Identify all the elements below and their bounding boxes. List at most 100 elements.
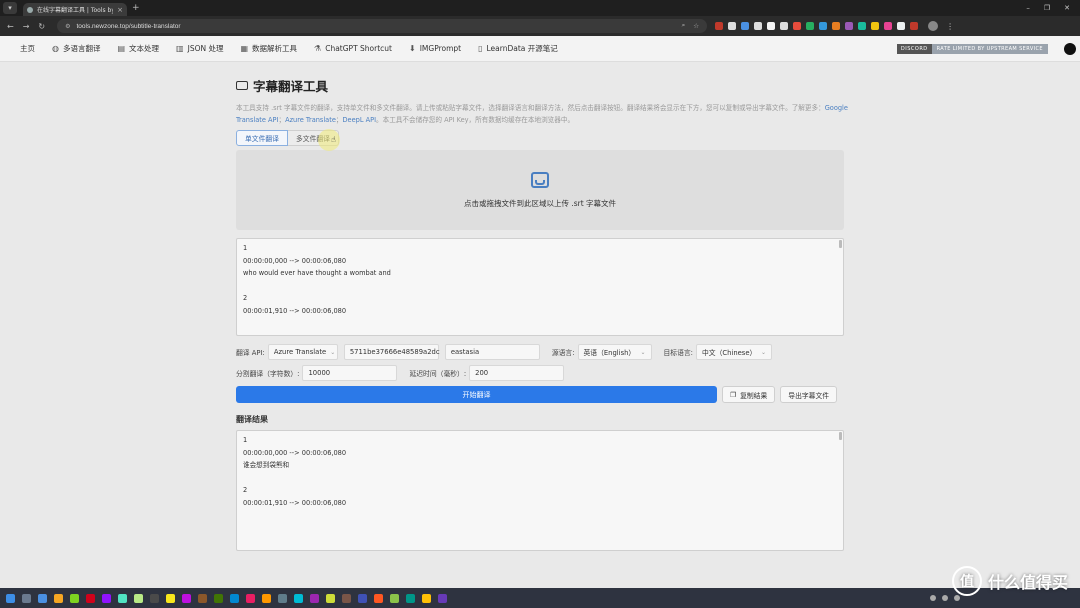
nav-item-text[interactable]: ▤ 文本处理: [117, 43, 159, 54]
forward-icon[interactable]: →: [23, 22, 30, 31]
copy-result-button[interactable]: ❐ 复制结果: [722, 386, 776, 403]
extension-icon[interactable]: [845, 22, 854, 30]
taskbar-app-icon[interactable]: [134, 593, 143, 603]
taskbar-app-icon[interactable]: [6, 593, 15, 603]
taskbar-app-icon[interactable]: [358, 593, 367, 603]
taskbar-app-icon[interactable]: [278, 593, 287, 603]
split-chars-input[interactable]: 10000: [302, 365, 398, 381]
api-select[interactable]: Azure Translate ⌄: [267, 344, 338, 360]
result-line: [243, 547, 837, 551]
taskbar-app-icon[interactable]: [214, 593, 223, 603]
back-icon[interactable]: ←: [7, 22, 14, 31]
extension-icon[interactable]: [715, 22, 724, 30]
minimize-icon[interactable]: –: [1026, 4, 1030, 12]
discord-badge[interactable]: DISCORD RATE LIMITED BY UPSTREAM SERVICE: [896, 43, 1048, 54]
taskbar-app-icon[interactable]: [406, 593, 415, 603]
inbox-icon: [531, 171, 549, 188]
reload-icon[interactable]: ↻: [38, 22, 45, 31]
taskbar-app-icon[interactable]: [166, 593, 175, 603]
nav-item-data[interactable]: ▦ 数据解析工具: [240, 43, 297, 54]
taskbar-app-icon[interactable]: [310, 593, 319, 603]
extension-icon[interactable]: [832, 22, 841, 30]
nav-item-imgprompt[interactable]: ⬇ IMGPrompt: [409, 44, 461, 53]
tab-multi-file[interactable]: 多文件翻译 ☝: [287, 129, 340, 151]
desc-text-1: 本工具支持 .srt 字幕文件的翻译，支持单文件和多文件翻译。请上传或粘贴字幕文…: [236, 104, 792, 112]
taskbar-app-icon[interactable]: [182, 593, 191, 603]
tray-icon[interactable]: [930, 595, 936, 601]
nav-item-json[interactable]: ▥ JSON 处理: [176, 43, 223, 54]
extension-icon[interactable]: [884, 22, 893, 30]
data-icon: ▦: [240, 44, 249, 53]
delay-input[interactable]: 200: [469, 365, 565, 381]
address-bar[interactable]: ⚙ tools.newzone.top/subtitle-translator …: [57, 19, 708, 33]
taskbar-app-icon[interactable]: [230, 593, 239, 603]
nav-item-learndata[interactable]: ▯ LearnData 开源笔记: [478, 43, 558, 54]
api-key-input[interactable]: 5711be37666e48589a2dc: [343, 344, 440, 360]
taskbar-app-icon[interactable]: [422, 593, 431, 603]
extension-icon[interactable]: [871, 22, 880, 30]
target-lang-select[interactable]: 中文（Chinese） ⌄: [695, 344, 772, 360]
taskbar-app-icon[interactable]: [38, 593, 47, 603]
source-scrollbar[interactable]: [839, 240, 842, 248]
extensions-bar: [715, 22, 919, 30]
new-tab-button[interactable]: +: [132, 3, 140, 13]
extension-icon[interactable]: [728, 22, 737, 30]
taskbar-app-icon[interactable]: [374, 593, 383, 603]
extension-icon[interactable]: [897, 22, 906, 30]
profile-avatar[interactable]: [928, 21, 939, 31]
result-scrollbar[interactable]: [839, 432, 842, 440]
github-icon[interactable]: [1064, 42, 1076, 55]
upload-dropzone[interactable]: 点击或拖拽文件到此区域以上传 .srt 字幕文件: [236, 150, 844, 230]
browser-tab[interactable]: 在线字幕翻译工具 | Tools by A ×: [23, 3, 127, 16]
taskbar-app-icon[interactable]: [342, 593, 351, 603]
taskbar-app-icon[interactable]: [70, 593, 79, 603]
taskbar-app-icon[interactable]: [246, 593, 255, 603]
region-input[interactable]: eastasia: [444, 344, 540, 360]
close-window-icon[interactable]: ✕: [1064, 4, 1070, 12]
nav-item-chatgpt[interactable]: ⚗ ChatGPT Shortcut: [314, 44, 392, 53]
taskbar-app-icon[interactable]: [22, 593, 31, 603]
extension-icon[interactable]: [767, 22, 776, 30]
source-subtitle-textarea[interactable]: 1 00:00:00,000 --> 00:00:06,080 who would …: [236, 238, 844, 336]
extension-icon[interactable]: [780, 22, 789, 30]
cursor-highlight: [317, 129, 340, 151]
extension-icon[interactable]: [741, 22, 750, 30]
page-title: 字幕翻译工具: [236, 76, 844, 95]
taskbar-app-icon[interactable]: [326, 593, 335, 603]
source-lang-select[interactable]: 英语（English） ⌄: [577, 344, 652, 360]
taskbar-app-icon[interactable]: [262, 593, 271, 603]
extension-icon[interactable]: [910, 22, 919, 30]
result-textarea[interactable]: 1 00:00:00,000 --> 00:00:06,080 谁会想到袋熊和 2 00…: [236, 430, 844, 551]
taskbar-app-icon[interactable]: [438, 593, 447, 603]
taskbar-app-icon[interactable]: [102, 593, 111, 603]
tab-search-icon[interactable]: ▾: [3, 2, 17, 14]
extension-icon[interactable]: [793, 22, 802, 30]
taskbar-app-icon[interactable]: [198, 593, 207, 603]
browser-menu-icon[interactable]: ⋮: [946, 22, 954, 31]
taskbar-app-icon[interactable]: [390, 593, 399, 603]
site-info-icon[interactable]: ⚙: [65, 23, 70, 30]
taskbar-app-icon[interactable]: [150, 593, 159, 603]
start-translate-button[interactable]: 开始翻译: [236, 386, 717, 403]
book-icon: ▯: [478, 44, 483, 53]
tray-icon[interactable]: [942, 595, 948, 601]
nav-item-multilang[interactable]: ◍ 多语言翻译: [52, 43, 100, 54]
taskbar-app-icon[interactable]: [86, 593, 95, 603]
extension-icon[interactable]: [858, 22, 867, 30]
bookmark-star-icon[interactable]: ☆: [693, 22, 699, 30]
nav-item-home[interactable]: 主页: [20, 43, 35, 54]
extension-icon[interactable]: [806, 22, 815, 30]
export-subtitle-button[interactable]: 导出字幕文件: [780, 386, 838, 403]
restore-icon[interactable]: ❐: [1044, 4, 1050, 12]
tab-single-file[interactable]: 单文件翻译: [236, 130, 288, 146]
zoom-icon[interactable]: ⌕: [682, 22, 686, 30]
link-azure-translate[interactable]: Azure Translate: [285, 116, 336, 124]
extension-icon[interactable]: [819, 22, 828, 30]
tab-close-icon[interactable]: ×: [117, 6, 123, 14]
extension-icon[interactable]: [754, 22, 763, 30]
taskbar-app-icon[interactable]: [294, 593, 303, 603]
taskbar-app-icon[interactable]: [118, 593, 127, 603]
taskbar-app-icon[interactable]: [54, 593, 63, 603]
chevron-down-icon: ⌄: [640, 348, 646, 356]
link-deepl[interactable]: DeepL API: [342, 116, 376, 124]
